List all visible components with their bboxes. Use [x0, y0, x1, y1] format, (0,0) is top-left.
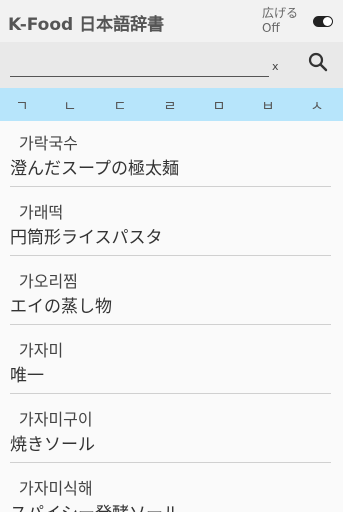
list-divider: [10, 393, 331, 394]
index-item[interactable]: ㅂ: [256, 96, 280, 116]
expand-toggle-switch[interactable]: [313, 16, 333, 27]
expand-toggle-label: 広げる Off: [262, 6, 304, 36]
list-item[interactable]: 가자미식해スパイシー発酵ソール: [0, 466, 343, 512]
entry-korean: 가래떡: [19, 203, 64, 222]
index-item[interactable]: ㅁ: [207, 96, 231, 116]
list-item[interactable]: 가락국수 澄んだスープの極太麺: [0, 121, 343, 190]
entry-japanese: 澄んだスープの極太麺: [10, 159, 179, 179]
entry-japanese: エイの蒸し物: [10, 297, 112, 317]
entry-japanese: スパイシー発酵ソール: [10, 499, 180, 512]
entry-korean: 가자미식해: [19, 479, 93, 498]
list-divider: [10, 186, 331, 187]
list-divider: [10, 324, 331, 325]
entry-korean: 가오리찜: [19, 272, 78, 291]
list-item[interactable]: 가자미구이 焼きソール: [0, 397, 343, 466]
search-input[interactable]: [10, 56, 269, 77]
entry-korean: 가락국수: [19, 134, 78, 153]
toggle-knob: [323, 17, 332, 26]
dictionary-list: 가락국수 澄んだスープの極太麺 가래떡 円筒形ライスパスタ 가오리찜 エイの蒸し物 가자미 唯…: [0, 121, 343, 512]
search-icon[interactable]: [306, 50, 330, 74]
index-item[interactable]: ㅅ: [305, 96, 329, 116]
list-item[interactable]: 가자미 唯一: [0, 328, 343, 397]
list-item[interactable]: 가오리찜 エイの蒸し物: [0, 259, 343, 328]
clear-search-button[interactable]: x: [272, 60, 279, 73]
entry-japanese: 唯一: [10, 366, 44, 386]
index-item[interactable]: ㄴ: [58, 96, 82, 116]
expand-toggle-label-line1: 広げる: [262, 6, 299, 20]
search-bar: x: [0, 42, 343, 88]
index-item[interactable]: ㄹ: [158, 96, 182, 116]
title-bar: K-Food 日本語辞書 広げる Off: [0, 0, 343, 42]
hangul-index-bar: ㄱㄴㄷㄹㅁㅂㅅ: [0, 88, 343, 121]
list-divider: [10, 462, 331, 463]
index-item[interactable]: ㄱ: [10, 96, 34, 116]
entry-japanese: 焼きソール: [10, 435, 95, 455]
app-title: K-Food 日本語辞書: [8, 15, 165, 35]
list-item[interactable]: 가래떡 円筒形ライスパスタ: [0, 190, 343, 259]
list-divider: [10, 255, 331, 256]
expand-toggle-state: Off: [262, 21, 280, 35]
index-item[interactable]: ㄷ: [108, 96, 132, 116]
entry-korean: 가자미구이: [19, 410, 93, 429]
entry-korean: 가자미: [19, 341, 64, 360]
entry-japanese: 円筒形ライスパスタ: [10, 228, 163, 248]
